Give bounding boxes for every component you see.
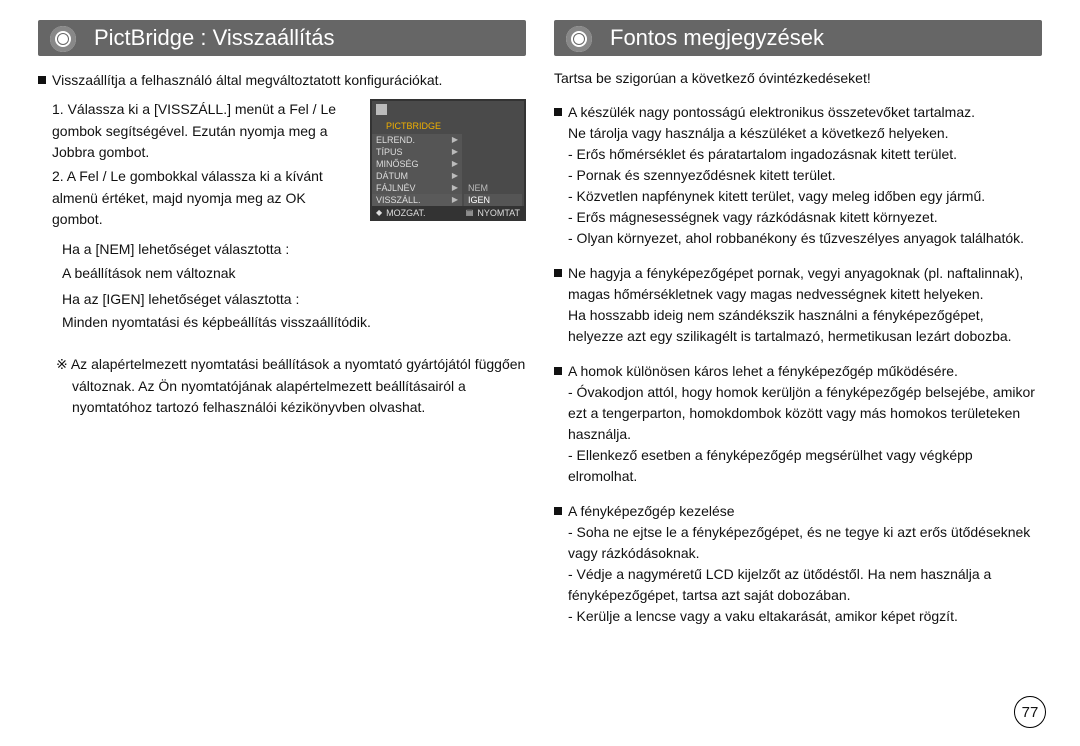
note-lead: A homok különösen káros lehet a fényképe… xyxy=(568,361,1042,382)
square-bullet-icon xyxy=(554,367,562,375)
cond-no-1: Ha a [NEM] lehetőséget választotta : xyxy=(38,239,526,261)
note-sub-item: - Soha ne ejtse le a fényképezőgépet, és… xyxy=(568,522,1042,564)
lcd-bottom-bar: ◆MOZGAT. ▤NYOMTAT xyxy=(372,206,524,219)
note-sub-item: - Erős mágnesességnek vagy rázkódásnak k… xyxy=(568,207,1024,228)
lcd-option-nem: NEM xyxy=(464,182,522,194)
note-continuation: Ha hosszabb ideig nem szándékszik haszná… xyxy=(568,305,1042,347)
section-header-left: PictBridge : Visszaállítás xyxy=(38,20,526,56)
note-block: A fényképezőgép kezelése- Soha ne ejtse … xyxy=(554,501,1042,627)
ring-icon xyxy=(566,26,592,52)
note-sub-item: - Közvetlen napfénynek kitett terület, v… xyxy=(568,186,1024,207)
left-column: PictBridge : Visszaállítás Visszaállítja… xyxy=(38,20,526,641)
nav-icon: ◆ xyxy=(376,208,382,217)
cond-yes-1: Ha az [IGEN] lehetőséget választotta : xyxy=(38,289,526,311)
print-icon: ▤ xyxy=(466,208,474,217)
step-1: 1. Válassza ki a [VISSZÁLL.] menüt a Fel… xyxy=(52,99,356,164)
note-continuation: Ne tárolja vagy használja a készüléket a… xyxy=(568,123,1024,144)
left-steps: 1. Válassza ki a [VISSZÁLL.] menüt a Fel… xyxy=(52,99,356,233)
note-block: A homok különösen káros lehet a fényképe… xyxy=(554,361,1042,487)
lcd-row-5: FÁJLNÉV▶ xyxy=(372,182,462,194)
camera-lcd-menu: PICTBRIDGE ELREND.▶ TÍPUS▶ MINŐSÉG▶ DÁTU… xyxy=(370,99,526,221)
menu-arrow-icon: ▶ xyxy=(452,146,458,158)
note-lead: Ne hagyja a fényképezőgépet pornak, vegy… xyxy=(568,263,1042,305)
square-bullet-icon xyxy=(554,269,562,277)
section-header-right: Fontos megjegyzések xyxy=(554,20,1042,56)
square-bullet-icon xyxy=(38,76,46,84)
note-sub-item: - Védje a nagyméretű LCD kijelzőt az ütő… xyxy=(568,564,1042,606)
note-sub-item: - Kerülje a lencse vagy a vaku eltakarás… xyxy=(568,606,1042,627)
left-intro-row: Visszaállítja a felhasználó által megvál… xyxy=(38,70,526,91)
step-2: 2. A Fel / Le gombokkal válassza ki a kí… xyxy=(52,166,356,231)
lcd-row-1: ELREND.▶ xyxy=(372,134,462,146)
note-sub-item: - Erős hőmérséklet és páratartalom ingad… xyxy=(568,144,1024,165)
page-number: 77 xyxy=(1014,696,1046,728)
note-lead: A fényképezőgép kezelése xyxy=(568,501,1042,522)
note-sub-item: - Pornak és szennyeződésnek kitett terül… xyxy=(568,165,1024,186)
note-sub-item: - Olyan környezet, ahol robbanékony és t… xyxy=(568,228,1024,249)
right-column: Fontos megjegyzések Tartsa be szigorúan … xyxy=(554,20,1042,641)
header-left-text: PictBridge : Visszaállítás xyxy=(94,25,334,51)
menu-arrow-icon: ▶ xyxy=(452,134,458,146)
right-intro: Tartsa be szigorúan a következő óvintézk… xyxy=(554,70,1042,86)
lcd-row-4: DÁTUM▶ xyxy=(372,170,462,182)
menu-arrow-icon: ▶ xyxy=(452,170,458,182)
note-block: Ne hagyja a fényképezőgépet pornak, vegy… xyxy=(554,263,1042,347)
cond-yes-2: Minden nyomtatási és képbeállítás vissza… xyxy=(38,312,526,334)
left-intro-text: Visszaállítja a felhasználó által megvál… xyxy=(52,70,442,91)
square-bullet-icon xyxy=(554,507,562,515)
menu-arrow-icon: ▶ xyxy=(452,194,458,206)
note-sub-item: - Ellenkező esetben a fényképezőgép megs… xyxy=(568,445,1042,487)
menu-arrow-icon: ▶ xyxy=(452,158,458,170)
cond-no-2: A beállítások nem változnak xyxy=(38,263,526,285)
lcd-row-2: TÍPUS▶ xyxy=(372,146,462,158)
ring-icon xyxy=(50,26,76,52)
header-right-text: Fontos megjegyzések xyxy=(610,25,824,51)
lcd-option-igen: IGEN xyxy=(464,194,522,206)
note-sub-item: - Óvakodjon attól, hogy homok kerüljön a… xyxy=(568,382,1042,445)
square-bullet-icon xyxy=(554,108,562,116)
lcd-header: PICTBRIDGE xyxy=(382,120,472,132)
note-block: A készülék nagy pontosságú elektronikus … xyxy=(554,102,1042,249)
menu-arrow-icon: ▶ xyxy=(452,182,458,194)
note-lead: A készülék nagy pontosságú elektronikus … xyxy=(568,102,1024,123)
printer-icon xyxy=(376,104,387,115)
lcd-row-6: VISSZÁLL.▶ xyxy=(372,194,462,206)
lcd-row-3: MINŐSÉG▶ xyxy=(372,158,462,170)
left-footnote: ※ Az alapértelmezett nyomtatási beállítá… xyxy=(38,354,526,419)
